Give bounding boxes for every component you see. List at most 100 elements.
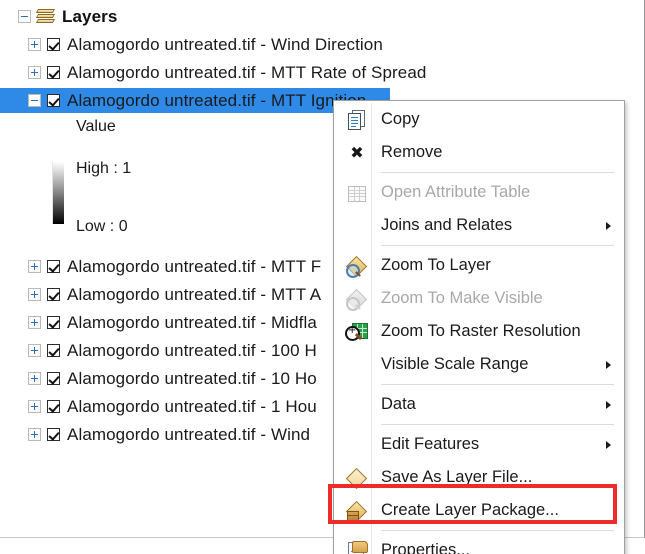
toc-layer-label: Alamogordo untreated.tif - 100 H xyxy=(67,340,317,360)
layer-legend: Value High : 1 Low : 0 xyxy=(52,116,252,236)
no-icon xyxy=(344,434,370,456)
layer-visibility-checkbox[interactable] xyxy=(47,372,60,385)
menu-item-label: Joins and Relates xyxy=(381,216,513,234)
menu-item-label: Create Layer Package... xyxy=(381,501,559,519)
menu-separator xyxy=(381,424,614,425)
toc-layer-label: Alamogordo untreated.tif - Wind Directio… xyxy=(67,34,383,54)
layer-context-menu: Copy ✖ Remove Open Attribute Table Joins… xyxy=(333,100,625,554)
menu-item-save-as-layer-file[interactable]: Save As Layer File... xyxy=(334,461,624,494)
layers-stack-icon xyxy=(35,9,56,24)
layer-visibility-checkbox[interactable] xyxy=(47,316,60,329)
menu-item-label: Open Attribute Table xyxy=(381,183,531,201)
attribute-table-icon xyxy=(344,182,370,204)
toc-layer-row-0[interactable]: Alamogordo untreated.tif - Wind Directio… xyxy=(28,32,383,57)
zoom-make-visible-icon xyxy=(344,288,370,311)
layer-visibility-checkbox[interactable] xyxy=(47,94,60,107)
menu-item-zoom-to-layer[interactable]: Zoom To Layer xyxy=(334,249,624,282)
menu-separator xyxy=(381,530,614,531)
layer-visibility-checkbox[interactable] xyxy=(47,344,60,357)
no-icon xyxy=(344,354,370,376)
expander-plus-icon[interactable] xyxy=(28,66,41,79)
toc-layer-row-3[interactable]: Alamogordo untreated.tif - MTT F xyxy=(28,254,321,279)
menu-item-properties[interactable]: Properties... xyxy=(334,534,624,554)
expander-plus-icon[interactable] xyxy=(28,288,41,301)
menu-item-copy[interactable]: Copy xyxy=(334,103,624,136)
expander-plus-icon[interactable] xyxy=(28,344,41,357)
toc-layer-row-8[interactable]: Alamogordo untreated.tif - 1 Hou xyxy=(28,394,317,419)
menu-separator xyxy=(381,245,614,246)
no-icon xyxy=(344,215,370,237)
color-ramp-gradient xyxy=(52,162,64,224)
menu-item-joins-and-relates[interactable]: Joins and Relates xyxy=(334,209,624,242)
expander-plus-icon[interactable] xyxy=(28,260,41,273)
remove-x-icon: ✖ xyxy=(350,143,364,162)
toc-layer-row-1[interactable]: Alamogordo untreated.tif - MTT Rate of S… xyxy=(28,60,426,85)
toc-layer-label-selected: Alamogordo untreated.tif - MTT Ignition xyxy=(67,90,367,110)
menu-separator xyxy=(381,384,614,385)
menu-separator xyxy=(381,172,614,173)
layer-visibility-checkbox[interactable] xyxy=(47,66,60,79)
expander-plus-icon[interactable] xyxy=(28,400,41,413)
zoom-to-layer-icon xyxy=(344,255,370,278)
toc-layer-label: Alamogordo untreated.tif - Wind xyxy=(67,424,311,444)
toc-layer-label: Alamogordo untreated.tif - Midfla xyxy=(67,312,317,332)
toc-layer-row-5[interactable]: Alamogordo untreated.tif - Midfla xyxy=(28,310,317,335)
toc-layer-row-9[interactable]: Alamogordo untreated.tif - Wind xyxy=(28,422,310,447)
toc-layer-label: Alamogordo untreated.tif - MTT Rate of S… xyxy=(67,62,427,82)
expander-plus-icon[interactable] xyxy=(28,316,41,329)
chevron-right-icon xyxy=(606,440,611,449)
menu-item-label: Save As Layer File... xyxy=(381,468,533,486)
chevron-right-icon xyxy=(606,221,611,230)
layer-file-icon xyxy=(344,467,370,489)
toc-layer-label: Alamogordo untreated.tif - 1 Hou xyxy=(67,396,317,416)
expander-plus-icon[interactable] xyxy=(28,428,41,441)
menu-item-label: Copy xyxy=(381,110,420,128)
menu-item-label: Data xyxy=(381,395,416,413)
properties-icon xyxy=(344,540,370,554)
chevron-right-icon xyxy=(606,360,611,369)
menu-item-zoom-to-raster-resolution[interactable]: Zoom To Raster Resolution xyxy=(334,315,624,348)
toc-layer-row-7[interactable]: Alamogordo untreated.tif - 10 Ho xyxy=(28,366,317,391)
toc-layer-label: Alamogordo untreated.tif - MTT A xyxy=(67,284,322,304)
legend-title: Value xyxy=(76,118,116,135)
menu-item-label: Zoom To Make Visible xyxy=(381,289,543,307)
menu-item-visible-scale-range[interactable]: Visible Scale Range xyxy=(334,348,624,381)
legend-low-label: Low : 0 xyxy=(76,218,128,235)
toc-layer-row-2-selected[interactable]: Alamogordo untreated.tif - MTT Ignition xyxy=(0,88,390,113)
chevron-right-icon xyxy=(606,400,611,409)
no-icon xyxy=(344,394,370,416)
toc-layer-label: Alamogordo untreated.tif - 10 Ho xyxy=(67,368,317,388)
arcmap-table-of-contents-screenshot: Layers Alamogordo untreated.tif - Wind D… xyxy=(0,0,645,554)
layer-visibility-checkbox[interactable] xyxy=(47,428,60,441)
expander-plus-icon[interactable] xyxy=(28,38,41,51)
menu-item-label: Edit Features xyxy=(381,435,480,453)
toc-layer-row-4[interactable]: Alamogordo untreated.tif - MTT A xyxy=(28,282,321,307)
toc-root-layers[interactable]: Layers xyxy=(18,4,117,29)
copy-icon xyxy=(344,109,370,131)
menu-item-label: Visible Scale Range xyxy=(381,355,529,373)
layer-visibility-checkbox[interactable] xyxy=(47,400,60,413)
menu-item-remove[interactable]: ✖ Remove xyxy=(334,136,624,169)
layer-package-icon xyxy=(344,500,370,522)
menu-item-edit-features[interactable]: Edit Features xyxy=(334,428,624,461)
menu-item-label: Zoom To Layer xyxy=(381,256,491,274)
expander-minus-icon[interactable] xyxy=(28,94,41,107)
menu-item-label: Properties... xyxy=(381,541,470,554)
layer-visibility-checkbox[interactable] xyxy=(47,38,60,51)
expander-minus-icon[interactable] xyxy=(18,10,31,23)
menu-item-label: Remove xyxy=(381,143,443,161)
legend-body: High : 1 Low : 0 xyxy=(52,140,252,236)
toc-layer-row-6[interactable]: Alamogordo untreated.tif - 100 H xyxy=(28,338,317,363)
menu-item-label: Zoom To Raster Resolution xyxy=(381,322,581,340)
zoom-raster-resolution-icon xyxy=(344,321,370,343)
menu-item-data[interactable]: Data xyxy=(334,388,624,421)
menu-item-open-attribute-table: Open Attribute Table xyxy=(334,176,624,209)
layer-visibility-checkbox[interactable] xyxy=(47,288,60,301)
legend-high-label: High : 1 xyxy=(76,160,132,177)
layer-visibility-checkbox[interactable] xyxy=(47,260,60,273)
expander-plus-icon[interactable] xyxy=(28,372,41,385)
toc-root-label: Layers xyxy=(62,6,118,26)
toc-layer-label: Alamogordo untreated.tif - MTT F xyxy=(67,256,322,276)
menu-item-zoom-to-make-visible: Zoom To Make Visible xyxy=(334,282,624,315)
menu-item-create-layer-package[interactable]: Create Layer Package... xyxy=(334,494,624,527)
